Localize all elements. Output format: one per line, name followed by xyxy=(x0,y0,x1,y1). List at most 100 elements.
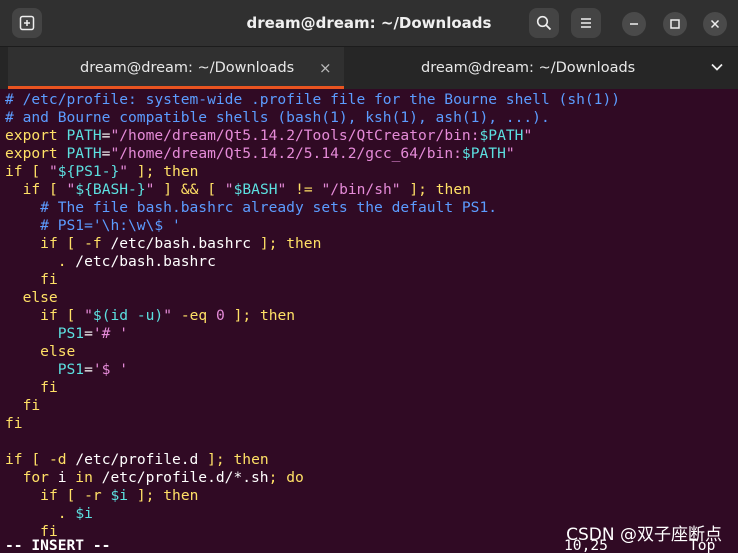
code-line: if [ -r $i ]; then xyxy=(5,487,198,505)
search-icon xyxy=(536,15,552,31)
code-token: '# ' xyxy=(92,325,129,342)
code-token: fi xyxy=(22,397,41,414)
code-token: then xyxy=(233,451,269,468)
code-token: " xyxy=(48,163,58,180)
code-token: " xyxy=(119,163,129,180)
code-token: ${BASH-} xyxy=(75,181,146,198)
code-token: # PS1='\h:\w\$ ' xyxy=(40,217,181,234)
code-token: "/home/dream/Qt5.14.2/5.14.2/gcc_64/bin: xyxy=(110,145,462,162)
code-line: PS1='$ ' xyxy=(5,361,128,379)
code-token: [ xyxy=(66,235,76,252)
search-button[interactable] xyxy=(529,8,559,38)
tab-2[interactable]: dream@dream: ~/Downloads xyxy=(345,47,690,89)
code-line: . $i xyxy=(5,505,93,523)
code-token: /etc/profile.d/*.sh xyxy=(92,469,269,486)
tab-1[interactable]: dream@dream: ~/Downloads × xyxy=(8,47,344,89)
minimize-button[interactable] xyxy=(622,12,646,36)
code-token: # and Bourne compatible shells (bash(1),… xyxy=(5,109,550,126)
terminal-content[interactable]: fi . $i if [ -r $i ]; then for i in /etc… xyxy=(0,89,738,553)
menu-button[interactable] xyxy=(571,8,601,38)
code-token: " xyxy=(277,181,287,198)
code-token: " xyxy=(505,145,515,162)
code-token: = xyxy=(84,325,93,342)
code-token: PS1 xyxy=(57,361,85,378)
code-token: != xyxy=(295,181,313,198)
code-token: [ xyxy=(66,487,76,504)
tab-1-close-icon[interactable]: × xyxy=(319,47,332,89)
vim-mode-indicator: -- INSERT -- xyxy=(5,537,111,553)
code-token: /etc/bash.bashrc xyxy=(101,235,260,252)
code-line: . /etc/bash.bashrc xyxy=(5,253,216,271)
code-token: i xyxy=(48,469,76,486)
code-token: $i xyxy=(75,505,93,522)
code-token: $PATH xyxy=(479,127,524,144)
code-token: [ xyxy=(207,181,216,198)
code-token: = xyxy=(84,361,93,378)
tabs-dropdown-button[interactable] xyxy=(708,57,726,77)
code-line: fi xyxy=(5,271,58,289)
code-token: ]; xyxy=(259,235,278,252)
code-token: then xyxy=(163,163,199,180)
code-token: "/home/dream/Qt5.14.2/Tools/QtCreator/bi… xyxy=(110,127,480,144)
code-token: [ xyxy=(48,181,58,198)
code-token: export xyxy=(5,145,58,162)
code-token: if xyxy=(5,451,23,468)
code-line: if [ "${PS1-}" ]; then xyxy=(5,163,198,181)
code-token: . xyxy=(57,253,67,270)
maximize-button[interactable] xyxy=(663,12,687,36)
code-line: if [ "${BASH-}" ] && [ "$BASH" != "/bin/… xyxy=(5,181,471,199)
code-token: ]; xyxy=(233,307,252,324)
code-token: $(id -u) xyxy=(92,307,164,324)
code-token: ]; xyxy=(136,163,155,180)
code-token: $BASH xyxy=(233,181,278,198)
code-token: then xyxy=(286,235,322,252)
code-token: ]; xyxy=(136,487,155,504)
code-line: if [ -f /etc/bash.bashrc ]; then xyxy=(5,235,321,253)
tab-1-label: dream@dream: ~/Downloads xyxy=(80,60,295,76)
code-line: # The file bash.bashrc already sets the … xyxy=(5,199,497,217)
code-token: /etc/bash.bashrc xyxy=(66,253,216,270)
code-token: for xyxy=(22,469,49,486)
tab-bar: dream@dream: ~/Downloads × dream@dream: … xyxy=(0,47,738,89)
close-button[interactable] xyxy=(703,12,727,36)
code-token: else xyxy=(22,289,58,306)
code-token: . xyxy=(57,505,67,522)
code-line: fi xyxy=(5,397,41,415)
code-token: in xyxy=(75,469,93,486)
code-token: && xyxy=(180,181,199,198)
code-token: -r xyxy=(84,487,102,504)
code-line: else xyxy=(5,289,58,307)
code-token: [ xyxy=(31,163,41,180)
code-token: -f xyxy=(84,235,102,252)
code-token: if xyxy=(5,163,23,180)
tab-2-label: dream@dream: ~/Downloads xyxy=(421,60,636,76)
code-token: else xyxy=(40,343,76,360)
code-token: $PATH xyxy=(461,145,506,162)
code-token: 0 xyxy=(215,307,225,324)
code-token: then xyxy=(259,307,296,324)
code-token: [ xyxy=(31,451,41,468)
code-line: for i in /etc/profile.d/*.sh; do xyxy=(5,469,304,487)
